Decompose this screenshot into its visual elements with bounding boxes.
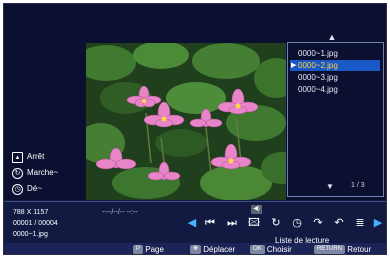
image-index: 00001 / 00004 [13,220,58,227]
option-timer[interactable]: ◷ Dé~ [12,183,42,195]
divider [4,201,386,202]
control-bar: ◀ ⏮ ⏭ 🖾 ↻ ◷ ↷ ↶ ≣ ▶ [184,215,384,231]
hint-ok: OK Choisir [250,244,292,254]
arrow-left-icon[interactable]: ◀ [184,215,200,231]
playlist-page-counter: 1 / 3 [351,182,365,189]
info-icon[interactable]: ≣ [352,215,368,231]
hint-label: Retour [347,245,372,254]
media-player-screen: ▲ 0000~1.jpg ▶ 0000~2.jpg 0000~3.jpg 000… [3,3,387,255]
option-stop[interactable]: ▴ Arrêt [12,151,44,163]
hint-label: Choisir [266,245,292,254]
playlist-scroll-down-icon[interactable]: ▼ [326,182,334,191]
hint-page: P Page [133,244,164,254]
photo-preview [86,43,286,201]
image-resolution: 788 X 1157 [13,209,49,216]
hint-return: RETURN Retour [314,244,372,254]
image-filename: 0000~1.jpg [13,231,48,238]
option-label: Arrêt [27,152,45,161]
rotate-left-icon[interactable]: ↶ [331,215,347,231]
previous-icon[interactable]: ⏮ [202,215,218,231]
ok-key: OK [250,245,265,254]
repeat-icon[interactable]: ↻ [268,215,284,231]
playlist-item[interactable]: 0000~1.jpg [298,48,378,59]
picture-icon[interactable]: 🖾 [246,215,262,231]
hint-label: Déplacer [203,245,236,254]
hint-label: Page [145,245,164,254]
option-repeat[interactable]: ↻ Marche~ [12,167,58,179]
image-datetime: ----/--/-- --:-- [102,209,138,216]
clock-icon: ◷ [12,183,23,195]
water-lily-photo [86,43,286,201]
next-icon[interactable]: ⏭ [224,215,240,231]
picture-icon: ▴ [12,151,23,163]
option-label: Marche~ [27,168,59,177]
option-label: Dé~ [27,184,42,193]
selection-arrow-icon: ▶ [291,62,297,69]
playlist-item-label: 0000~2.jpg [298,61,338,70]
hint-move: ✥ Déplacer [190,244,236,254]
playlist-item[interactable]: 0000~4.jpg [298,84,378,95]
playlist-item-selected[interactable]: ▶ 0000~2.jpg [290,60,380,71]
dpad-icon: ✥ [190,245,202,254]
clock-icon[interactable]: ◷ [289,215,305,231]
arrow-right-icon[interactable]: ▶ [370,215,386,231]
rotate-right-icon[interactable]: ↷ [310,215,326,231]
repeat-icon: ↻ [12,167,23,179]
playlist-panel: 0000~1.jpg ▶ 0000~2.jpg 0000~3.jpg 0000~… [287,42,384,197]
playlist-scroll-up-icon[interactable]: ▲ [327,32,337,42]
speaker-icon: ◀) [251,205,262,214]
page-key: P [133,245,144,254]
playlist-item[interactable]: 0000~3.jpg [298,72,378,83]
return-key: RETURN [314,245,345,254]
